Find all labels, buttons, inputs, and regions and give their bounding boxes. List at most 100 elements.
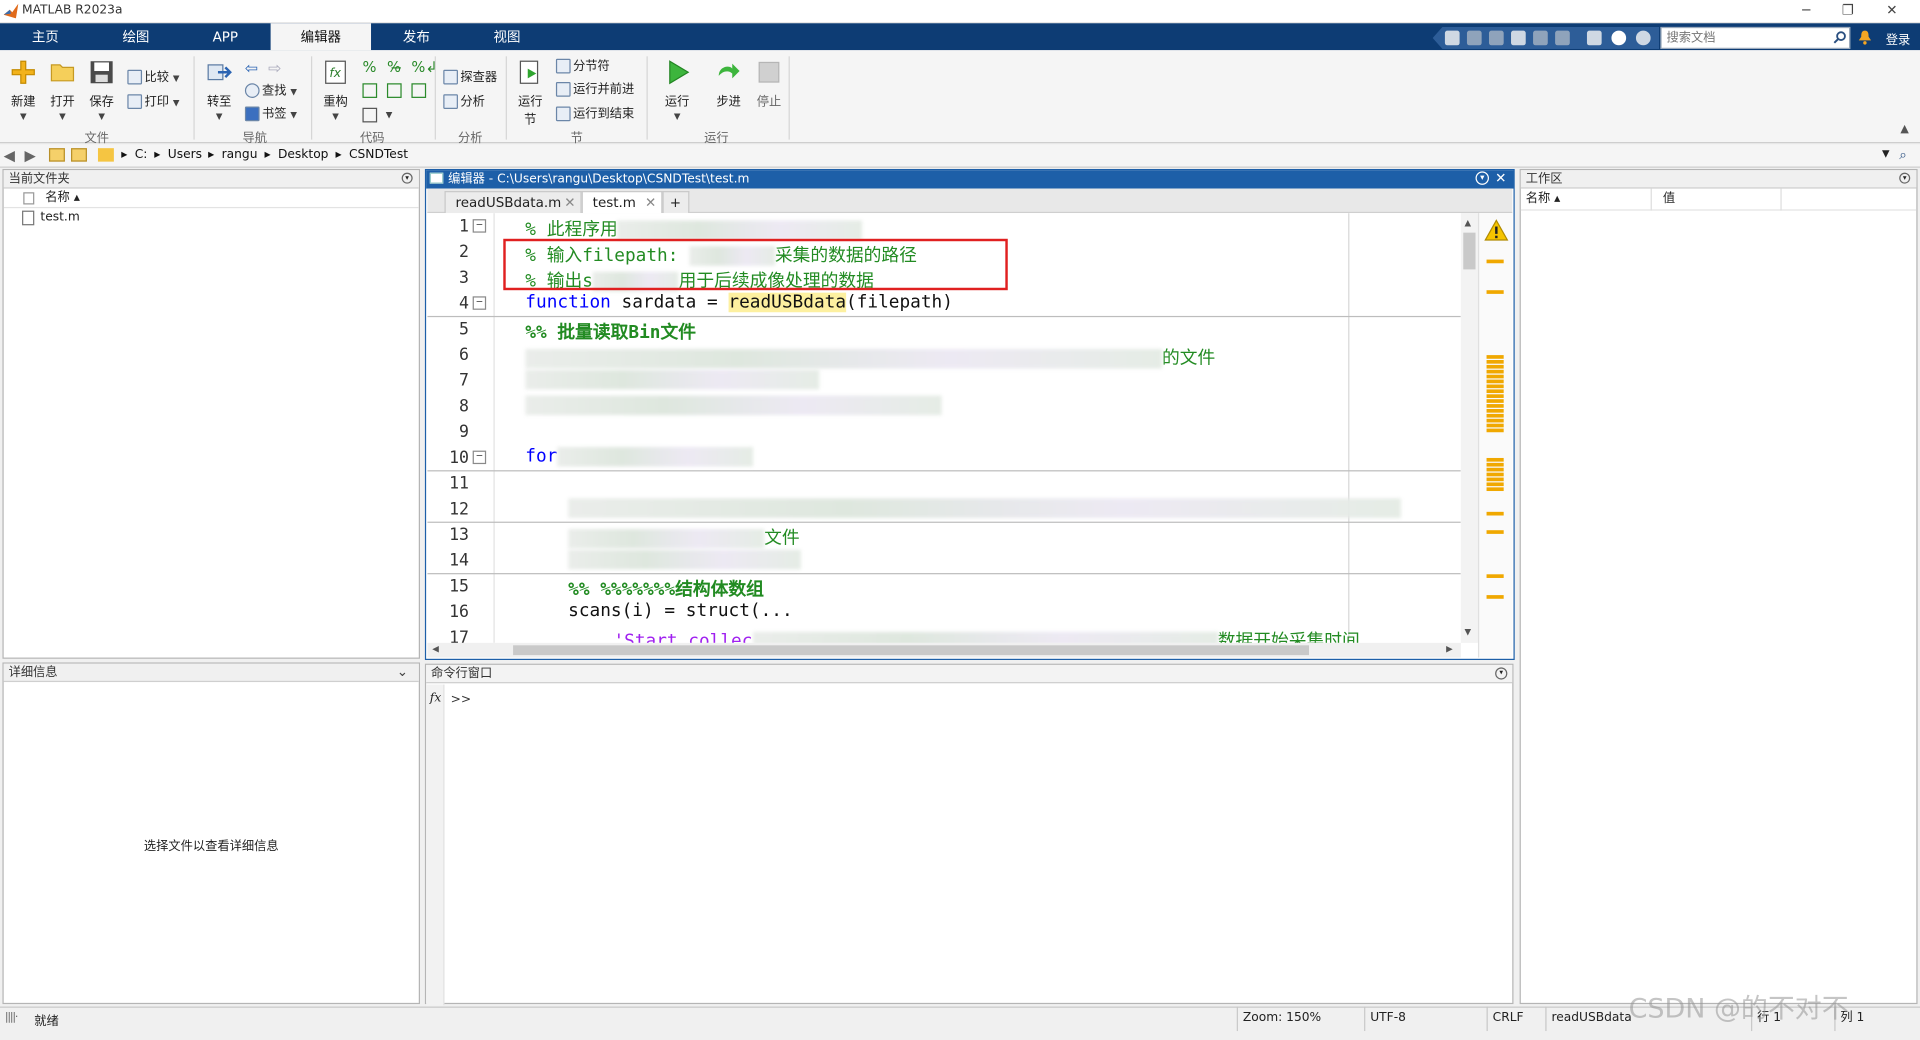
tab-close-icon[interactable]: ✕ xyxy=(645,192,656,214)
run-button[interactable]: 运行 ▼ xyxy=(659,59,696,123)
scroll-thumb[interactable] xyxy=(1463,232,1476,270)
panel-menu-icon[interactable]: ▾ xyxy=(401,172,413,184)
breadcrumb-desktop[interactable]: Desktop xyxy=(278,148,329,161)
warning-marker[interactable] xyxy=(1486,399,1504,403)
name-column-header[interactable]: 名称 ▴ xyxy=(3,189,419,209)
bookmark-button[interactable]: 书签 ▼ xyxy=(244,105,297,123)
workspace-name-column[interactable]: 名称 ▴ xyxy=(1526,189,1561,211)
address-search-icon[interactable]: ⌕ xyxy=(1899,147,1907,164)
back-nav-icon[interactable]: ◀ xyxy=(4,147,15,164)
refactor-dropdown-icon[interactable]: ▼ xyxy=(332,111,339,121)
fold-toggle-icon[interactable]: − xyxy=(472,450,487,465)
run-and-advance-button[interactable]: 运行并前进 xyxy=(555,81,634,99)
paste-quick-icon[interactable] xyxy=(1511,30,1526,46)
breadcrumb-user[interactable]: rangu xyxy=(222,148,258,161)
increase-indent-icon[interactable] xyxy=(386,83,402,98)
uncomment-icon[interactable]: %̶ xyxy=(387,59,401,76)
cut-quick-icon[interactable] xyxy=(1466,30,1482,46)
tab-home[interactable]: 主页 xyxy=(0,23,91,50)
step-button[interactable]: 步进 xyxy=(710,59,747,109)
warning-marker[interactable] xyxy=(1486,487,1504,492)
editor-menu-icon[interactable]: ▾ xyxy=(1475,171,1489,185)
compare-button[interactable]: 比较 ▼ xyxy=(127,69,179,87)
editor-tab-test[interactable]: test.m ✕ xyxy=(581,191,663,214)
scroll-left-icon[interactable]: ◀ xyxy=(432,644,439,654)
warning-marker[interactable] xyxy=(1486,423,1504,428)
code-insert-dropdown-icon[interactable]: ▼ xyxy=(386,110,393,120)
run-to-end-button[interactable]: 运行到结束 xyxy=(555,105,634,123)
compare-dropdown-icon[interactable]: ▼ xyxy=(173,73,180,83)
warning-marker[interactable] xyxy=(1486,477,1504,482)
warning-marker[interactable] xyxy=(1486,290,1504,294)
forward-nav-icon[interactable]: ▶ xyxy=(24,147,35,164)
fx-icon[interactable]: fx xyxy=(430,692,441,705)
run-dropdown-icon[interactable]: ▼ xyxy=(674,111,681,121)
editor-vertical-scrollbar[interactable]: ▲ ▼ xyxy=(1460,213,1478,643)
tab-plots[interactable]: 绘图 xyxy=(91,23,182,50)
refactor-button[interactable]: fx 重构 ▼ xyxy=(317,59,354,123)
details-collapse-icon[interactable]: ⌄ xyxy=(397,664,408,680)
comment-icon[interactable]: % xyxy=(362,59,376,76)
collapse-ribbon-icon[interactable]: ▲ xyxy=(1900,124,1908,136)
stop-button[interactable]: 停止 xyxy=(751,59,788,109)
warning-marker[interactable] xyxy=(1486,574,1504,578)
profiler-button[interactable]: 探查器 xyxy=(443,69,497,87)
command-window[interactable]: 命令行窗口 fx >> xyxy=(424,663,1514,1006)
search-icon[interactable] xyxy=(1833,31,1846,44)
warning-triangle-icon[interactable] xyxy=(1484,219,1509,241)
fold-toggle-icon[interactable]: − xyxy=(472,219,487,233)
breadcrumb-drive[interactable]: C: xyxy=(135,148,148,161)
save-button[interactable]: 保存 ▼ xyxy=(83,59,120,123)
scroll-up-icon[interactable]: ▲ xyxy=(1465,218,1472,228)
command-menu-icon[interactable]: ▾ xyxy=(1495,667,1508,680)
breadcrumb-folder[interactable]: CSNDTest xyxy=(349,148,408,161)
scroll-down-icon[interactable]: ▼ xyxy=(1465,627,1472,637)
find-button[interactable]: 查找 ▼ xyxy=(244,82,297,100)
warning-marker[interactable] xyxy=(1486,482,1504,487)
decrease-indent-icon[interactable] xyxy=(411,83,427,98)
warning-marker[interactable] xyxy=(1486,404,1504,408)
warning-marker[interactable] xyxy=(1486,384,1504,389)
save-dropdown-icon[interactable]: ▼ xyxy=(98,111,105,121)
new-tab-button[interactable]: + xyxy=(662,191,690,214)
close-window-button[interactable]: ✕ xyxy=(1873,1,1910,21)
print-dropdown-icon[interactable]: ▼ xyxy=(173,98,180,108)
code-insert-icon[interactable] xyxy=(362,107,378,123)
browse-folder-icon[interactable] xyxy=(71,148,87,162)
more-options-icon[interactable] xyxy=(1635,30,1651,46)
tab-close-icon[interactable]: ✕ xyxy=(564,192,575,214)
goto-dropdown-icon[interactable]: ▼ xyxy=(216,111,223,121)
run-section-button[interactable]: 运行节 xyxy=(512,59,549,127)
hscroll-thumb[interactable] xyxy=(513,645,1309,656)
layout-quick-icon[interactable] xyxy=(1586,30,1602,46)
warning-marker[interactable] xyxy=(1486,530,1504,534)
address-dropdown-icon[interactable]: ▼ xyxy=(1882,148,1890,159)
warning-marker[interactable] xyxy=(1486,408,1504,413)
print-button[interactable]: 打印 ▼ xyxy=(127,93,179,111)
editor-close-icon[interactable]: ✕ xyxy=(1495,170,1506,186)
workspace-value-column[interactable]: 值 xyxy=(1663,189,1675,211)
editor-tab-readusbdata[interactable]: readUSBdata.m ✕ xyxy=(444,191,582,214)
indent-smart-icon[interactable] xyxy=(362,83,378,98)
login-link[interactable]: 登录 xyxy=(1886,29,1910,47)
open-dropdown-icon[interactable]: ▼ xyxy=(59,111,66,121)
warning-marker[interactable] xyxy=(1486,457,1504,462)
open-button[interactable]: 打开 ▼ xyxy=(44,59,81,123)
warning-marker[interactable] xyxy=(1486,418,1504,423)
restore-button[interactable]: ❐ xyxy=(1829,1,1866,21)
warning-marker[interactable] xyxy=(1486,389,1504,394)
scroll-right-icon[interactable]: ▶ xyxy=(1446,644,1453,654)
new-button[interactable]: 新建 ▼ xyxy=(5,59,42,123)
search-docs-input[interactable] xyxy=(1660,26,1851,49)
warning-marker[interactable] xyxy=(1486,472,1504,477)
undo-quick-icon[interactable] xyxy=(1533,30,1548,46)
file-list-item[interactable]: test.m xyxy=(4,208,419,228)
forward-arrow-icon[interactable]: ⇨ xyxy=(268,60,281,78)
warning-marker[interactable] xyxy=(1486,467,1504,472)
copy-quick-icon[interactable] xyxy=(1488,30,1504,46)
tab-apps[interactable]: APP xyxy=(181,23,269,50)
warning-marker[interactable] xyxy=(1486,355,1504,359)
editor-horizontal-scrollbar[interactable]: ◀ ▶ xyxy=(427,642,1461,658)
warning-marker[interactable] xyxy=(1486,369,1504,374)
column-divider[interactable] xyxy=(1650,188,1652,211)
